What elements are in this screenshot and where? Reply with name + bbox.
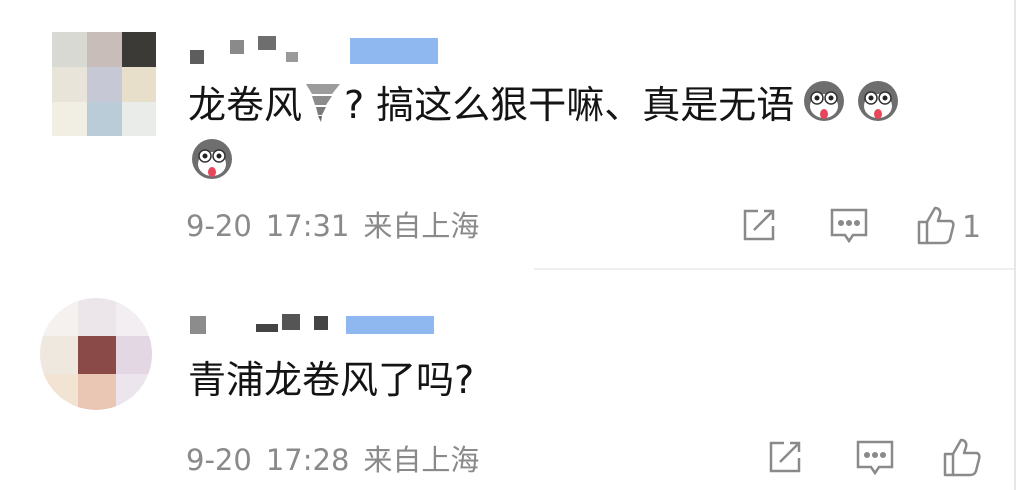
comment-icon [854,438,896,482]
share-icon [740,206,778,248]
husky-emoji-icon [188,136,236,195]
comment-meta: 9-20 17:31 来自上海 [186,208,493,244]
comment-meta: 9-20 17:28 来自上海 [186,442,493,478]
comment-item: 龙卷风 ? 搞这么狠干嘛、真是无语 9-20 17:31 来自上海 1 [0,0,1014,268]
share-icon [766,438,804,480]
username-redacted[interactable] [190,312,440,334]
like-button[interactable]: 1 [916,204,981,250]
comment-date: 9-20 [186,209,252,243]
share-button[interactable] [740,206,778,248]
avatar[interactable] [40,298,152,410]
thumbs-up-icon [916,204,956,250]
avatar[interactable] [52,32,156,136]
thumbs-up-icon [942,436,982,482]
comment-text-prefix: 龙卷风 [188,83,303,127]
comment-text: 青浦龙卷风了吗? [188,354,474,406]
comment-text-line2 [188,136,236,195]
husky-emoji-icon [800,78,848,137]
comment-time: 17:28 [265,443,350,477]
like-button[interactable] [942,436,988,482]
like-count: 1 [962,209,982,245]
username-redacted[interactable] [190,36,440,64]
comment-time: 17:31 [265,209,350,243]
tornado-emoji-icon [302,78,344,137]
comment-location: 来自上海 [363,443,480,477]
husky-emoji-icon [854,78,902,137]
reply-button[interactable] [828,206,870,250]
comment-text-body: 青浦龙卷风了吗? [188,358,475,402]
reply-button[interactable] [854,438,896,482]
comment-date: 9-20 [186,443,252,477]
comment-text: 龙卷风 ? 搞这么狠干嘛、真是无语 [188,78,902,137]
comment-text-body: ? 搞这么狠干嘛、真是无语 [344,83,795,127]
comment-icon [828,206,870,250]
share-button[interactable] [766,438,804,480]
comment-location: 来自上海 [363,209,480,243]
scroll-edge-line [1014,0,1016,490]
comment-item: 青浦龙卷风了吗? 9-20 17:28 来自上海 [0,270,1014,490]
